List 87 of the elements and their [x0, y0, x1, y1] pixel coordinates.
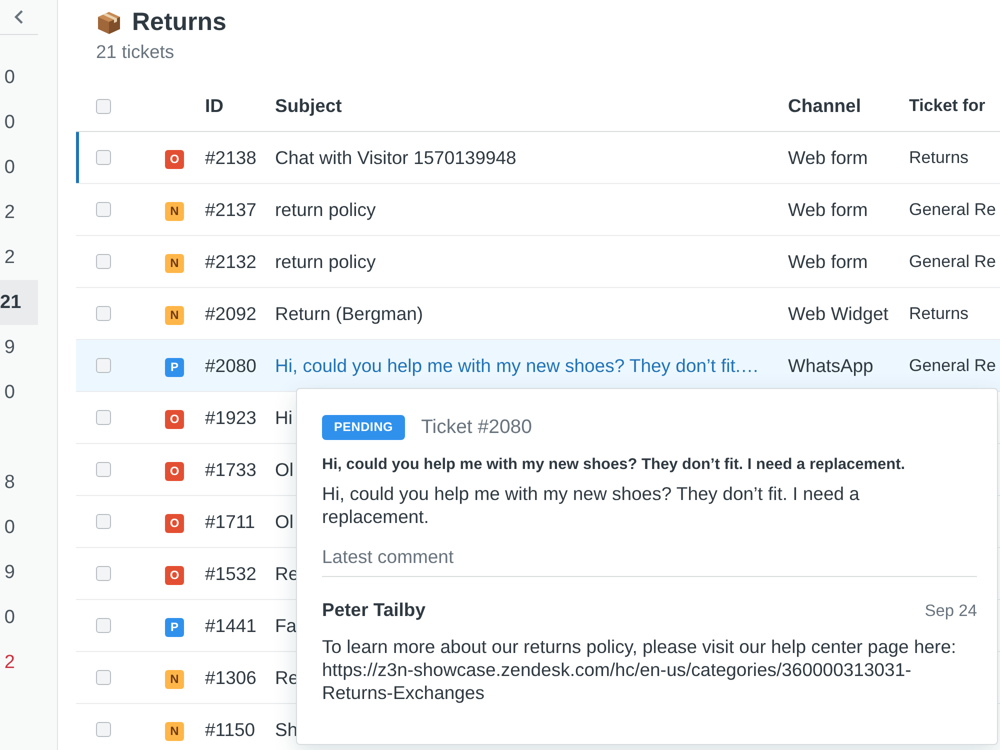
row-checkbox[interactable]: [96, 514, 111, 529]
ticket-subject[interactable]: Ol: [275, 510, 294, 532]
status-badge: O: [165, 514, 184, 533]
view-count[interactable]: 0: [0, 55, 38, 100]
ticket-id: #2080: [205, 354, 256, 376]
view-count[interactable]: 2: [0, 235, 38, 280]
row-checkbox[interactable]: [96, 306, 111, 321]
ticket-form: General Re: [909, 252, 996, 270]
view-count[interactable]: 0: [0, 100, 38, 145]
view-count[interactable]: 0: [0, 370, 38, 415]
view-count[interactable]: 8: [0, 460, 38, 505]
status-badge: O: [165, 462, 184, 481]
row-checkbox[interactable]: [96, 722, 111, 737]
section-label: Latest comment: [322, 546, 977, 577]
view-count[interactable]: 21: [0, 280, 38, 325]
view-title: Returns: [132, 7, 226, 37]
ticket-number: Ticket #2080: [421, 416, 532, 439]
select-all-checkbox[interactable]: [96, 98, 111, 114]
ticket-channel: Web Widget: [788, 302, 888, 324]
column-header[interactable]: Channel: [788, 95, 861, 116]
ticket-channel: Web form: [788, 250, 868, 272]
ticket-id: #1733: [205, 458, 256, 480]
view-count[interactable]: 0: [0, 595, 38, 640]
row-checkbox[interactable]: [96, 410, 111, 425]
ticket-form: Returns: [909, 304, 969, 322]
ticket-id: #2092: [205, 302, 256, 324]
column-header[interactable]: Subject: [275, 95, 342, 116]
row-checkbox[interactable]: [96, 254, 111, 269]
ticket-subject[interactable]: Return (Bergman): [275, 302, 424, 324]
row-checkbox[interactable]: [96, 670, 111, 685]
ticket-id: #2132: [205, 250, 256, 272]
ticket-form: General Re: [909, 200, 996, 218]
ticket-channel: Web form: [788, 198, 868, 220]
ticket-subject[interactable]: return policy: [275, 250, 376, 272]
view-count[interactable]: 0: [0, 505, 38, 550]
view-count[interactable]: 0: [0, 145, 38, 190]
status-badge: O: [165, 150, 184, 169]
status-badge: P: [165, 618, 184, 637]
ticket-subject[interactable]: Chat with Visitor 1570139948: [275, 146, 516, 168]
ticket-subject[interactable]: Hi, could you help me with my new shoes? They don’t fit.…: [275, 354, 759, 376]
row-checkbox[interactable]: [96, 566, 111, 581]
status-badge: P: [165, 358, 184, 377]
ticket-id: #2138: [205, 146, 256, 168]
ticket-subject[interactable]: Sh: [275, 718, 298, 740]
chevron-left-icon[interactable]: [14, 10, 24, 24]
ticket-subject[interactable]: return policy: [275, 198, 376, 220]
row-checkbox[interactable]: [96, 202, 111, 217]
view-count[interactable]: 2: [0, 190, 38, 235]
status-badge: N: [165, 722, 184, 741]
status-badge: N: [165, 670, 184, 689]
view-count[interactable]: 9: [0, 550, 38, 595]
ticket-subject[interactable]: Fa: [275, 614, 297, 636]
ticket-id: #2137: [205, 198, 256, 220]
status-badge: O: [165, 566, 184, 585]
highlighted-row[interactable]: P #2080 Hi, could you help me with my new shoes? They don’t fit.… WhatsApp General Re: [76, 340, 1000, 392]
ticket-channel: Web form: [788, 146, 868, 168]
column-header[interactable]: Ticket for: [909, 96, 986, 115]
row-checkbox[interactable]: [96, 358, 111, 373]
status-badge: N: [165, 202, 184, 221]
ticket-description: Hi, could you help me with my new shoes? They don’t fit. I need a replacement.: [322, 482, 860, 528]
ticket-id: #1923: [205, 406, 256, 428]
ticket-count: 21 tickets: [95, 41, 176, 63]
row-checkbox[interactable]: [96, 618, 111, 633]
row-checkbox[interactable]: [96, 150, 111, 165]
view-count[interactable]: 2: [0, 640, 38, 685]
status-badge: PENDING: [322, 415, 406, 440]
comment-author: Peter Tailby: [322, 599, 426, 621]
ticket-form: General Re: [909, 356, 996, 374]
row-checkbox[interactable]: [96, 462, 111, 477]
ticket-id: #1711: [205, 510, 256, 532]
comment-body: To learn more about our returns policy, please visit our help center page here: https://z3n-showcase.zendesk.com/hc/en-us/categories/360000313031-Returns-Exchanges: [322, 635, 958, 704]
view-count[interactable]: 9: [0, 325, 38, 370]
ticket-subject[interactable]: Hi: [275, 406, 292, 428]
ticket-channel: WhatsApp: [788, 354, 874, 376]
ticket-id: #1441: [205, 614, 256, 636]
comment-date: Sep 24: [924, 602, 977, 621]
ticket-subject: Hi, could you help me with my new shoes? They don’t fit. I need a replacement.: [322, 456, 906, 474]
status-badge: O: [165, 410, 184, 429]
status-badge: N: [165, 254, 184, 273]
column-header[interactable]: ID: [205, 95, 224, 116]
ticket-id: #1306: [205, 666, 256, 688]
ticket-subject[interactable]: Ol: [275, 458, 294, 480]
ticket-id: #1150: [205, 718, 256, 740]
ticket-form: Returns: [909, 148, 969, 166]
box-icon: [96, 9, 122, 35]
status-badge: N: [165, 306, 184, 325]
ticket-id: #1532: [205, 562, 256, 584]
